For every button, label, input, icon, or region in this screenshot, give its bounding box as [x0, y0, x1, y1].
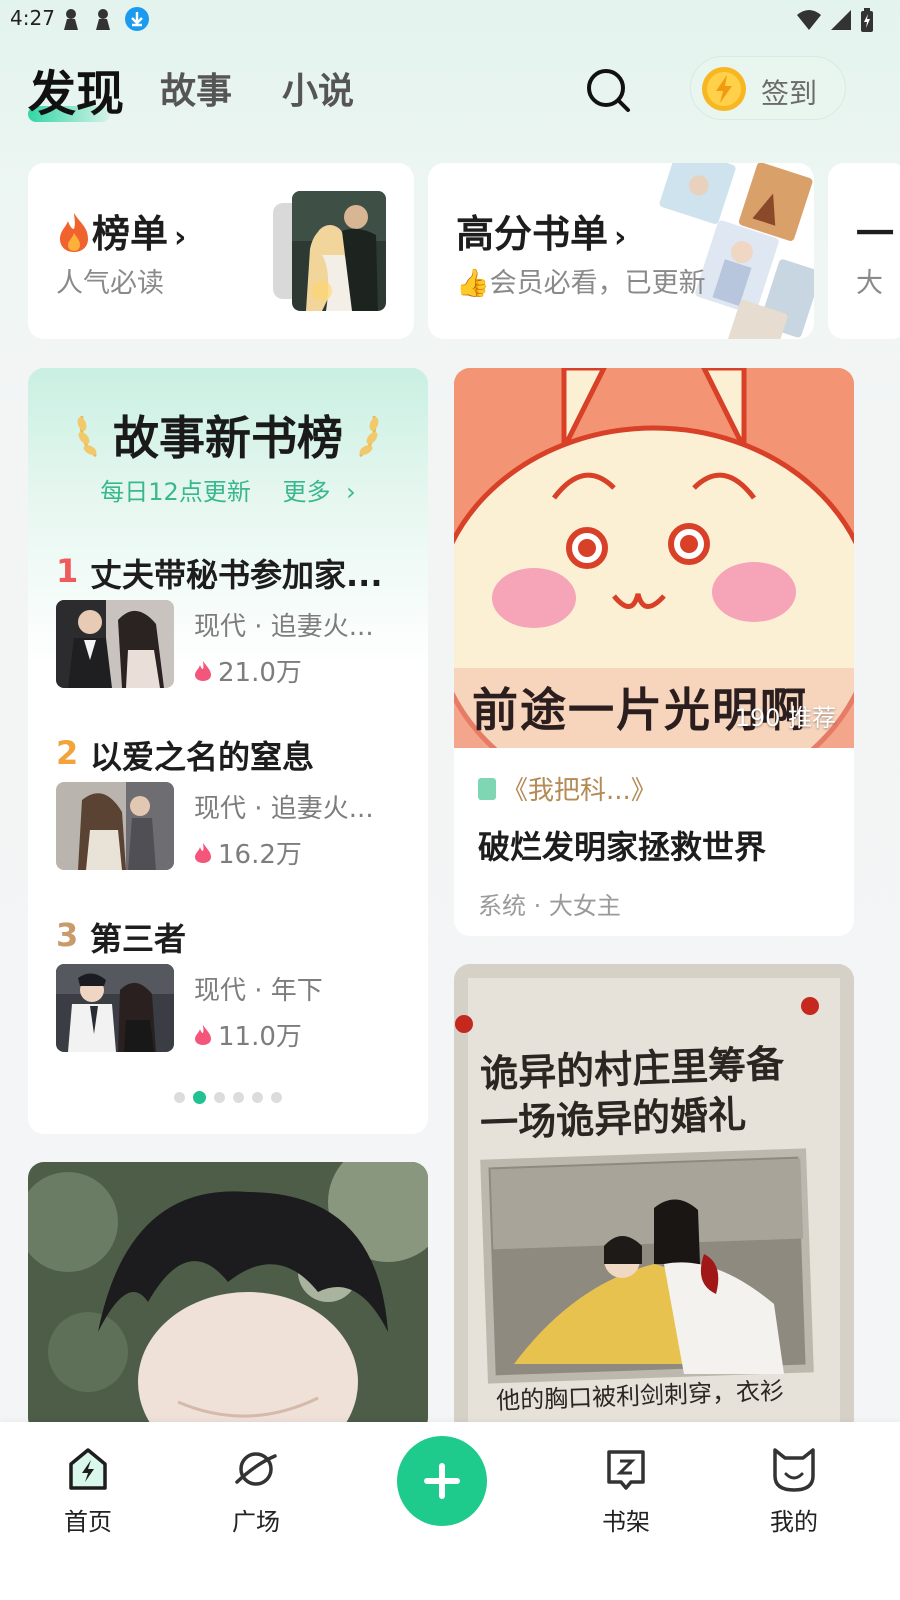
- rank-tags: 现代 · 追妻火...: [194, 794, 374, 824]
- rank-title: 丈夫带秘书参加家...: [90, 556, 383, 594]
- rank-heat: 11.0万: [194, 1016, 302, 1053]
- tab-novels[interactable]: 小说: [282, 62, 354, 114]
- planet-icon: [235, 1452, 277, 1486]
- category-subtitle-text: 会员必看，已更新: [489, 268, 706, 299]
- laurel-right-icon: [359, 415, 379, 458]
- home-bolt-icon: [69, 1448, 107, 1490]
- page-dot: [271, 1092, 282, 1103]
- rank-heat-value: 21.0万: [218, 658, 302, 688]
- rank-tags: 现代 · 年下: [194, 976, 323, 1006]
- rank-heat: 21.0万: [194, 652, 302, 689]
- status-right: [796, 8, 874, 32]
- page-indicator: [28, 1091, 428, 1104]
- page-dot: [193, 1091, 206, 1104]
- rank-number: 2: [56, 734, 79, 772]
- flame-icon: [195, 1024, 211, 1045]
- nav-square[interactable]: 广场: [196, 1444, 316, 1537]
- category-subtitle: 人气必读: [56, 268, 164, 299]
- category-title: 一: [856, 212, 895, 256]
- status-bar: 4:27: [0, 0, 900, 40]
- nav-label: 广场: [232, 1508, 280, 1536]
- notification-person-icon: [64, 9, 78, 30]
- bottom-navigation: 首页 广场 书架 我的: [0, 1422, 900, 1600]
- thumbs-up-icon: 👍: [456, 268, 490, 299]
- rank-heat-value: 11.0万: [218, 1022, 302, 1052]
- rank-heat: 16.2万: [194, 834, 302, 871]
- top-header: 发现 故事 小说 签到: [0, 52, 900, 132]
- battery-icon: [861, 8, 873, 32]
- category-card-top-rated[interactable]: 高分书单 › 👍会员必看，已更新: [428, 163, 814, 339]
- nav-bookshelf[interactable]: 书架: [566, 1444, 686, 1537]
- book-source[interactable]: 《我把科...》: [478, 770, 657, 807]
- flame-icon: [195, 660, 211, 681]
- ranking-item[interactable]: 3 第三者 现代 · 年下 11.0万: [56, 912, 416, 1062]
- wifi-icon: [797, 10, 821, 30]
- plus-icon: [424, 1463, 460, 1499]
- chevron-right-icon: ›: [614, 220, 627, 255]
- checkin-button[interactable]: 签到: [690, 56, 846, 120]
- flame-icon: [195, 842, 211, 863]
- search-icon[interactable]: [584, 66, 632, 114]
- category-card-ranking[interactable]: 榜单 › 人气必读: [28, 163, 414, 339]
- ranking-item[interactable]: 1 丈夫带秘书参加家... 现代 · 追妻火... 21.0万: [56, 548, 416, 698]
- feed-card[interactable]: 诡异的村庄里筹备 一场诡异的婚礼 他的胸口被利剑刺穿，衣衫: [454, 964, 854, 1434]
- page-dot: [233, 1092, 244, 1103]
- category-title-text: 高分书单: [456, 212, 609, 256]
- feed-cover-image: [454, 964, 854, 1434]
- feed-cover-image: [28, 1162, 428, 1434]
- rank-heat-value: 16.2万: [218, 840, 302, 870]
- more-link-label: 更多: [282, 478, 331, 506]
- nav-label: 我的: [770, 1508, 818, 1536]
- rank-number: 1: [56, 552, 79, 590]
- feed-title: 破烂发明家拯救世界: [478, 828, 767, 866]
- story-ranking-panel: 故事新书榜 每日12点更新 更多 › 1 丈夫带秘书参加家... 现代 · 追妻…: [28, 368, 428, 1134]
- checkin-label: 签到: [761, 77, 818, 110]
- rank-number: 3: [56, 916, 79, 954]
- ranking-item[interactable]: 2 以爱之名的窒息 现代 · 追妻火... 16.2万: [56, 730, 416, 880]
- category-subtitle: 大: [856, 268, 883, 299]
- page-dot: [214, 1092, 225, 1103]
- nav-label: 书架: [602, 1508, 650, 1536]
- rank-title: 以爱之名的窒息: [90, 738, 315, 776]
- tab-stories[interactable]: 故事: [160, 62, 232, 114]
- download-icon: [125, 7, 149, 31]
- bookshelf-icon: [607, 1450, 645, 1490]
- nav-profile[interactable]: 我的: [734, 1444, 854, 1537]
- category-title-text: 榜单: [92, 212, 169, 256]
- rank-title: 第三者: [90, 920, 187, 958]
- signal-icon: [831, 10, 851, 30]
- feed-card[interactable]: [28, 1162, 428, 1434]
- update-note: 每日12点更新: [100, 478, 251, 506]
- book-name: 《我把科...》: [502, 776, 657, 806]
- recommend-count: 190 推荐: [734, 704, 836, 732]
- ranking-subtitle: 每日12点更新 更多 ›: [28, 472, 428, 507]
- nav-home[interactable]: 首页: [28, 1444, 148, 1537]
- category-title: 榜单 ›: [56, 203, 186, 258]
- fire-icon: [60, 213, 88, 252]
- cover-headline-2: 一场诡异的婚礼: [479, 1092, 747, 1146]
- rank-cover-image: [56, 782, 174, 870]
- rank-cover-image: [56, 600, 174, 688]
- category-card-partial[interactable]: 一 大: [828, 163, 900, 339]
- category-title: 高分书单 ›: [456, 203, 626, 258]
- category-subtitle: 👍会员必看，已更新: [456, 261, 706, 300]
- page-dot: [174, 1092, 185, 1103]
- profile-cat-icon: [773, 1448, 815, 1492]
- feed-card[interactable]: 前途一片光明啊 190 推荐 《我把科...》 破烂发明家拯救世界 系统 · 大…: [454, 368, 854, 936]
- category-cover-collage: [659, 163, 814, 339]
- more-link[interactable]: 更多 ›: [274, 478, 355, 506]
- page-dot: [252, 1092, 263, 1103]
- tab-discover[interactable]: 发现: [28, 54, 124, 124]
- lightning-coin-icon: [702, 67, 746, 111]
- category-cover-image: [292, 191, 386, 311]
- chevron-right-icon: ›: [174, 220, 187, 255]
- rank-tags: 现代 · 追妻火...: [194, 612, 374, 642]
- create-button[interactable]: [397, 1436, 487, 1526]
- notification-person-icon-2: [96, 9, 110, 30]
- rank-cover-image: [56, 964, 174, 1052]
- book-icon: [478, 777, 496, 800]
- nav-label: 首页: [64, 1508, 112, 1536]
- status-time: 4:27: [10, 6, 55, 30]
- feed-tags: 系统 · 大女主: [478, 892, 621, 920]
